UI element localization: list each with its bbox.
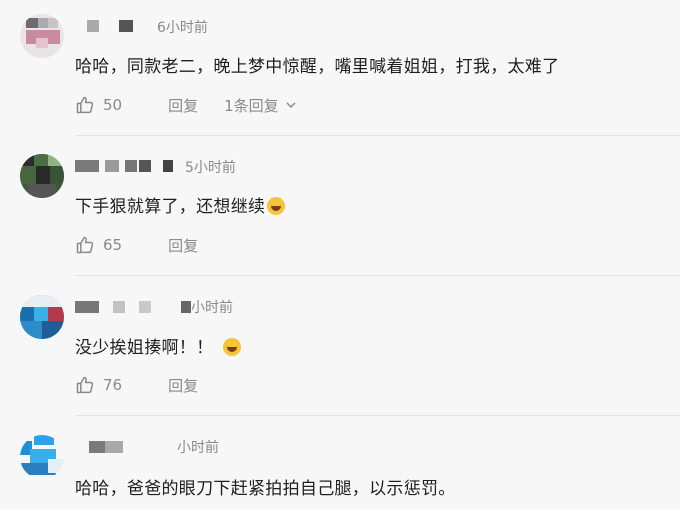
username[interactable] bbox=[75, 156, 179, 176]
reply-button[interactable]: 回复 bbox=[168, 95, 198, 116]
comment-text-content: 下手狠就算了，还想继续 bbox=[75, 197, 266, 217]
comment-text: 没少挨姐揍啊！！ bbox=[75, 333, 242, 358]
comment-text-content: 哈哈，爸爸的眼刀下赶紧拍拍自己腿，以示惩罚。 bbox=[75, 479, 456, 499]
like-count: 50 bbox=[103, 96, 123, 114]
avatar[interactable] bbox=[20, 435, 64, 479]
laughing-tears-emoji bbox=[223, 338, 242, 356]
divider bbox=[75, 275, 680, 276]
comment-time: 6小时前 bbox=[157, 20, 208, 36]
comment-time: 小时前 bbox=[177, 440, 219, 456]
view-replies-button[interactable]: 1条回复 bbox=[224, 95, 297, 116]
username[interactable] bbox=[75, 297, 191, 317]
divider bbox=[75, 135, 680, 136]
comment-text: 下手狠就算了，还想继续 bbox=[75, 192, 286, 217]
comment-time: 5小时前 bbox=[185, 160, 236, 176]
laughing-tears-emoji bbox=[267, 197, 286, 215]
like-count: 76 bbox=[103, 376, 123, 394]
avatar[interactable] bbox=[20, 154, 64, 198]
comment-text-content: 没少挨姐揍啊！！ bbox=[75, 338, 214, 358]
avatar[interactable] bbox=[20, 295, 64, 339]
avatar[interactable] bbox=[20, 14, 64, 58]
comment-text: 哈哈，爸爸的眼刀下赶紧拍拍自己腿，以示惩罚。 bbox=[75, 474, 456, 499]
comment-actions: 50 回复 1条回复 bbox=[75, 93, 297, 117]
comment-text: 哈哈，同款老二，晚上梦中惊醒，嘴里喊着姐姐，打我，太难了 bbox=[75, 52, 559, 77]
comment-actions: 76 回复 bbox=[75, 373, 224, 397]
replies-label: 1条回复 bbox=[224, 96, 279, 115]
reply-button[interactable]: 回复 bbox=[168, 235, 198, 256]
thumbs-up-icon[interactable] bbox=[75, 375, 95, 395]
thumbs-up-icon[interactable] bbox=[75, 235, 95, 255]
comment-text-content: 哈哈，同款老二，晚上梦中惊醒，嘴里喊着姐姐，打我，太难了 bbox=[75, 57, 560, 77]
reply-button[interactable]: 回复 bbox=[168, 375, 198, 396]
comment-actions: 65 回复 bbox=[75, 233, 224, 257]
chevron-down-icon bbox=[286, 102, 296, 109]
thumbs-up-icon[interactable] bbox=[75, 95, 95, 115]
like-count: 65 bbox=[103, 236, 123, 254]
username[interactable] bbox=[75, 16, 139, 36]
divider bbox=[75, 415, 680, 416]
comment-time: 小时前 bbox=[191, 300, 233, 316]
username[interactable] bbox=[75, 437, 123, 457]
